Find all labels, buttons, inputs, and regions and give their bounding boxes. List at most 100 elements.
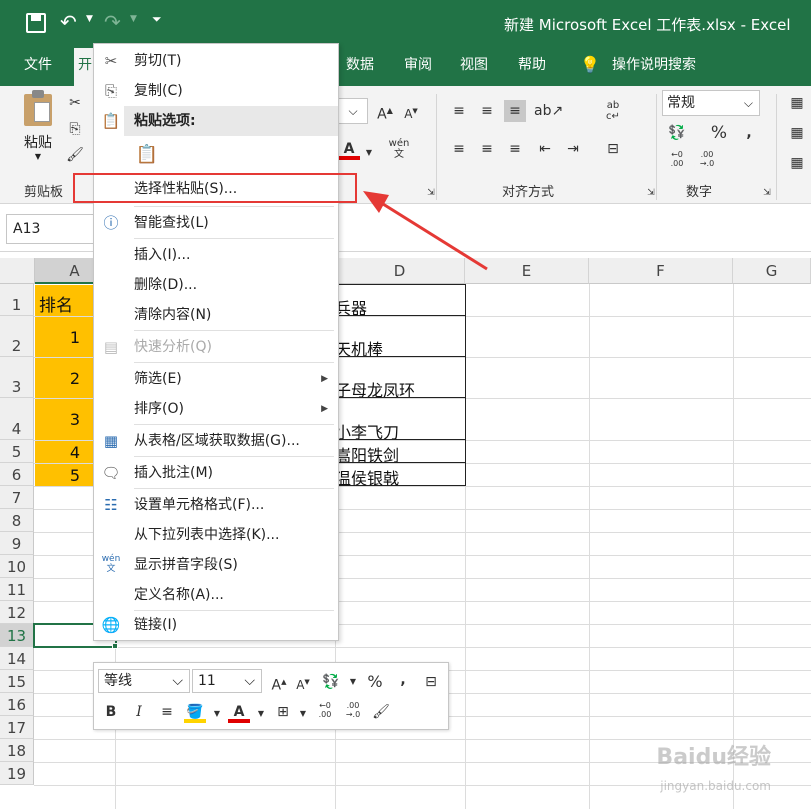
cell-d6[interactable]: 温侯银戟 bbox=[335, 465, 399, 489]
font-color-icon[interactable]: A bbox=[338, 138, 360, 160]
tab-data[interactable]: 数据 bbox=[346, 48, 374, 86]
tab-review[interactable]: 审阅 bbox=[404, 48, 432, 86]
menu-item-cut[interactable]: ✂ 剪切(T) bbox=[94, 46, 338, 76]
row-header[interactable]: 1 bbox=[0, 284, 34, 316]
cut-icon[interactable]: ✂ bbox=[64, 92, 86, 114]
align-center-icon[interactable]: ≡ bbox=[156, 701, 178, 723]
percent-style-icon[interactable]: % bbox=[364, 671, 386, 693]
bold-icon[interactable]: B bbox=[100, 701, 122, 723]
redo-dropdown-icon[interactable]: ▼ bbox=[130, 14, 137, 24]
decrease-font-icon[interactable]: A▼ bbox=[292, 671, 314, 693]
menu-item-pick-from-list[interactable]: 从下拉列表中选择(K)... bbox=[94, 520, 338, 550]
menu-item-clear-contents[interactable]: 清除内容(N) bbox=[94, 300, 338, 330]
row-header[interactable]: 4 bbox=[0, 398, 34, 440]
align-left-icon[interactable]: ≡ bbox=[448, 138, 470, 160]
decrease-indent-icon[interactable]: ⇤ bbox=[534, 138, 556, 160]
merge-center-icon[interactable]: ⊟ bbox=[602, 138, 624, 160]
paste-button[interactable]: 粘贴 ▼ bbox=[16, 90, 60, 164]
decrease-font-icon[interactable]: A▼ bbox=[400, 100, 422, 122]
row-header[interactable]: 13 bbox=[0, 624, 34, 647]
row-header[interactable]: 10 bbox=[0, 555, 34, 578]
row-header[interactable]: 17 bbox=[0, 716, 34, 739]
launcher-icon[interactable]: ⇲ bbox=[640, 182, 662, 204]
conditional-format-icon[interactable]: ▦ bbox=[786, 92, 808, 114]
row-header[interactable]: 2 bbox=[0, 316, 34, 357]
merge-center-icon[interactable]: ⊟ bbox=[420, 671, 442, 693]
format-table-icon[interactable]: ▦ bbox=[786, 122, 808, 144]
undo-icon[interactable]: ↶ bbox=[60, 10, 77, 34]
borders-icon[interactable]: ⊞ bbox=[272, 701, 294, 723]
fill-handle[interactable] bbox=[112, 643, 118, 649]
row-header[interactable]: 6 bbox=[0, 463, 34, 486]
menu-item-sort[interactable]: 排序(O) ▶ bbox=[94, 394, 338, 424]
paste-option-button[interactable]: 📋 bbox=[134, 140, 160, 170]
save-icon[interactable] bbox=[26, 13, 46, 33]
increase-font-icon[interactable]: A▲ bbox=[374, 100, 396, 123]
row-header[interactable]: 14 bbox=[0, 647, 34, 670]
menu-item-link[interactable]: 🌐 链接(I) bbox=[94, 610, 338, 640]
chevron-down-icon[interactable]: ▼ bbox=[342, 671, 364, 693]
phonetic-guide-icon[interactable]: wén 文 bbox=[388, 138, 410, 160]
menu-item-insert-comment[interactable]: 🗨 插入批注(M) bbox=[94, 458, 338, 488]
row-header[interactable]: 9 bbox=[0, 532, 34, 555]
select-all-corner[interactable] bbox=[0, 258, 35, 284]
tab-file[interactable]: 文件 bbox=[24, 48, 52, 86]
font-size-dropdown[interactable]: ⌵ bbox=[338, 98, 368, 124]
column-header-g[interactable]: G bbox=[733, 258, 811, 284]
accounting-format-icon[interactable]: 💱 bbox=[666, 122, 688, 144]
increase-indent-icon[interactable]: ⇥ bbox=[562, 138, 584, 160]
row-header[interactable]: 11 bbox=[0, 578, 34, 601]
tab-help[interactable]: 帮助 bbox=[518, 48, 546, 86]
menu-item-delete[interactable]: 删除(D)... bbox=[94, 270, 338, 300]
menu-item-copy[interactable]: ⎘ 复制(C) bbox=[94, 76, 338, 106]
column-header-f[interactable]: F bbox=[589, 258, 733, 284]
align-top-icon[interactable]: ≡ bbox=[448, 100, 470, 122]
menu-item-quick-analysis[interactable]: ▤ 快速分析(Q) bbox=[94, 332, 338, 362]
wrap-text-icon[interactable]: ab c↵ bbox=[602, 100, 624, 122]
menu-item-insert[interactable]: 插入(I)... bbox=[94, 240, 338, 270]
align-right-icon[interactable]: ≡ bbox=[504, 138, 526, 160]
format-painter-icon[interactable]: 🖌 bbox=[64, 144, 86, 166]
accounting-format-icon[interactable]: 💱 bbox=[320, 671, 342, 693]
row-header[interactable]: 19 bbox=[0, 762, 34, 785]
launcher-icon[interactable]: ⇲ bbox=[756, 182, 778, 204]
increase-decimal-icon[interactable]: ←0.00 bbox=[314, 701, 336, 723]
increase-decimal-icon[interactable]: ←0.00 bbox=[666, 150, 688, 172]
copy-icon[interactable]: ⎘ bbox=[64, 118, 86, 140]
undo-dropdown-icon[interactable]: ▼ bbox=[86, 14, 93, 24]
tab-view[interactable]: 视图 bbox=[460, 48, 488, 86]
row-header[interactable]: 5 bbox=[0, 440, 34, 463]
row-header[interactable]: 7 bbox=[0, 486, 34, 509]
increase-font-icon[interactable]: A▲ bbox=[268, 671, 290, 694]
chevron-down-icon[interactable]: ▼ bbox=[292, 703, 314, 725]
customize-qat-icon[interactable]: ⏷ bbox=[152, 12, 162, 27]
cell-styles-icon[interactable]: ▦ bbox=[786, 152, 808, 174]
font-color-dropdown-icon[interactable]: ▼ bbox=[358, 142, 380, 164]
comma-style-icon[interactable]: , bbox=[392, 669, 414, 691]
chevron-down-icon[interactable]: ▼ bbox=[206, 703, 228, 725]
menu-item-get-data[interactable]: ▦ 从表格/区域获取数据(G)... bbox=[94, 426, 338, 456]
name-box[interactable]: A13 bbox=[6, 214, 94, 244]
menu-item-phonetic[interactable]: wén 文 显示拼音字段(S) bbox=[94, 550, 338, 580]
menu-item-filter[interactable]: 筛选(E) ▶ bbox=[94, 364, 338, 394]
row-header[interactable]: 15 bbox=[0, 670, 34, 693]
redo-icon[interactable]: ↷ bbox=[104, 10, 121, 34]
row-header[interactable]: 18 bbox=[0, 739, 34, 762]
format-painter-icon[interactable]: 🖌 bbox=[370, 701, 392, 723]
align-bottom-icon[interactable]: ≡ bbox=[504, 100, 526, 122]
align-center-icon[interactable]: ≡ bbox=[476, 138, 498, 160]
percent-style-icon[interactable]: % bbox=[708, 122, 730, 144]
chevron-down-icon[interactable]: ▼ bbox=[250, 703, 272, 725]
menu-item-format-cells[interactable]: ☷ 设置单元格格式(F)... bbox=[94, 490, 338, 520]
font-color-icon[interactable]: A bbox=[228, 701, 250, 723]
row-header[interactable]: 3 bbox=[0, 357, 34, 398]
row-header[interactable]: 16 bbox=[0, 693, 34, 716]
font-name-select[interactable]: 等线 ⌵ bbox=[98, 669, 190, 693]
row-header[interactable]: 12 bbox=[0, 601, 34, 624]
menu-item-smart-lookup[interactable]: ⓘ 智能查找(L) bbox=[94, 208, 338, 238]
number-format-select[interactable]: 常规 ⌵ bbox=[662, 90, 760, 116]
row-header[interactable]: 8 bbox=[0, 509, 34, 532]
tell-me-search[interactable]: 操作说明搜索 bbox=[612, 48, 696, 86]
menu-item-define-name[interactable]: 定义名称(A)... bbox=[94, 580, 338, 610]
italic-icon[interactable]: I bbox=[128, 701, 150, 723]
